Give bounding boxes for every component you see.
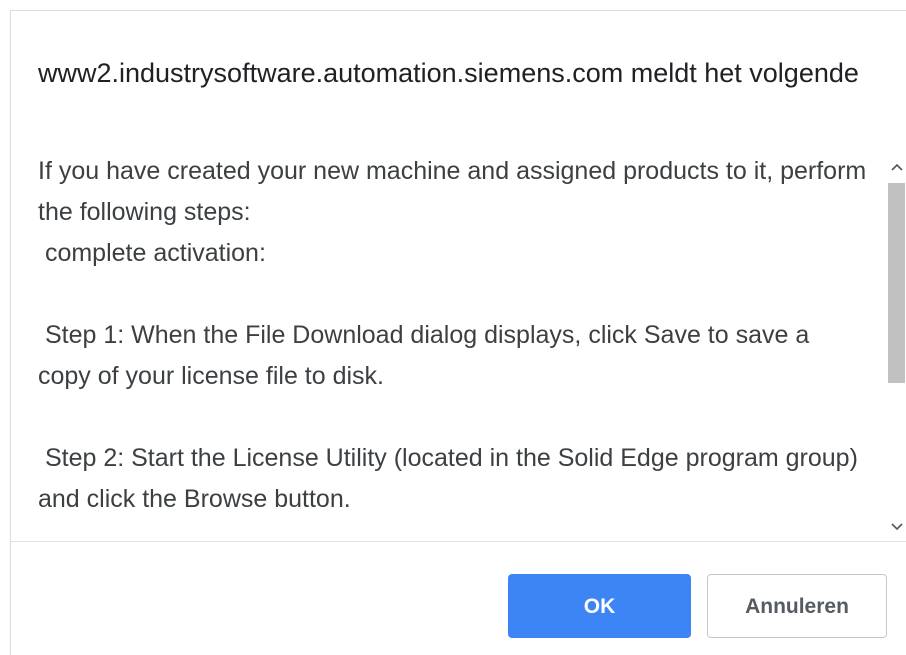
cancel-button[interactable]: Annuleren: [707, 574, 887, 638]
chevron-up-icon[interactable]: [887, 157, 906, 177]
dialog-title: www2.industrysoftware.automation.siemens…: [38, 58, 859, 88]
ok-button[interactable]: OK: [508, 574, 691, 638]
alert-dialog: www2.industrysoftware.automation.siemens…: [10, 10, 906, 655]
message-scroll-area[interactable]: If you have created your new machine and…: [11, 151, 906, 541]
dialog-message: If you have created your new machine and…: [38, 157, 867, 513]
footer-divider: [11, 541, 906, 542]
chevron-down-icon[interactable]: [887, 517, 906, 537]
vertical-scrollbar[interactable]: [887, 151, 906, 541]
scrollbar-thumb[interactable]: [888, 183, 905, 383]
